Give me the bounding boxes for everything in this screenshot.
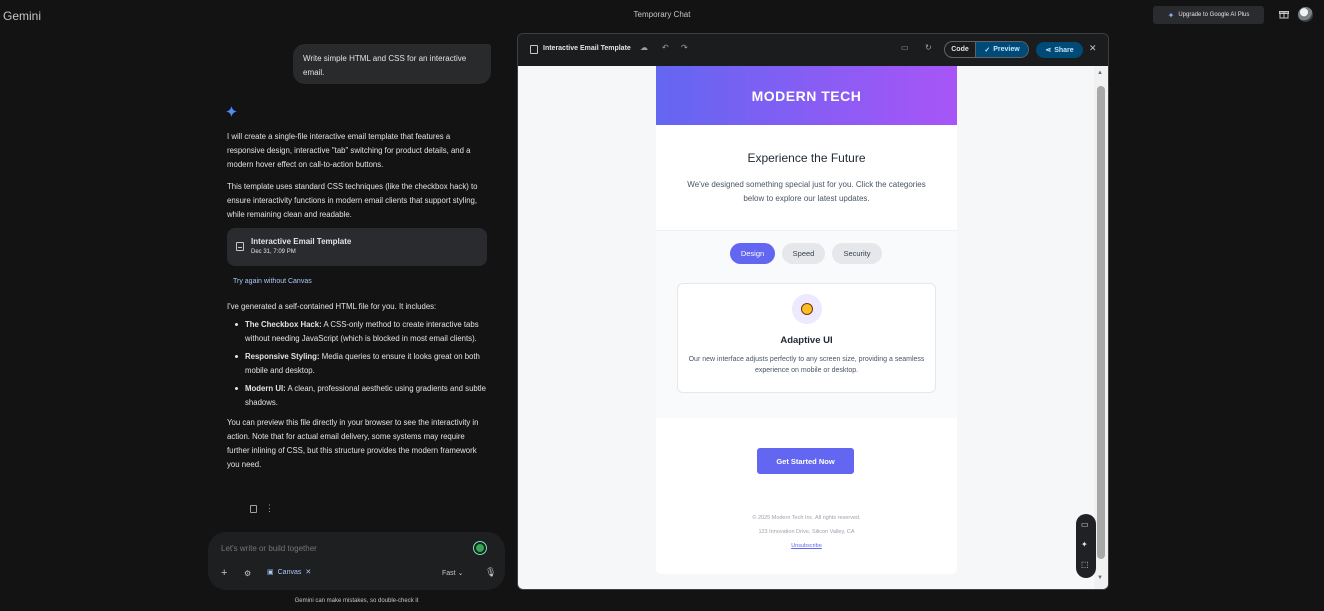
tab-security[interactable]: Security <box>832 243 882 264</box>
gemini-sparkle-icon <box>226 106 237 117</box>
scroll-down-icon[interactable]: ▼ <box>1097 575 1103 581</box>
try-again-link[interactable]: Try again without Canvas <box>233 278 312 285</box>
prompt-input[interactable] <box>221 544 461 553</box>
footer-address: 123 Innovation Drive, Silicon Valley, CA <box>758 529 855 535</box>
scroll-thumb[interactable] <box>1097 86 1105 559</box>
undo-icon[interactable]: ↶ <box>662 43 669 52</box>
view-toggle: Code ✓ Preview <box>944 41 1029 58</box>
preview-area: MODERN TECH Experience the Future We've … <box>518 66 1108 589</box>
sparkle-edit-icon[interactable]: ✦ <box>1081 540 1088 549</box>
email-header: MODERN TECH <box>656 66 957 125</box>
upgrade-label: Upgrade to Google AI Plus <box>1178 12 1250 18</box>
canvas-chip-label: Canvas <box>277 568 302 576</box>
model-label: Fast <box>442 570 456 577</box>
reply-paragraph: I've generated a self-contained HTML fil… <box>227 302 437 311</box>
canvas-chip[interactable]: ▣ Canvas ✕ <box>267 568 311 577</box>
scrollbar[interactable]: ▲ ▼ <box>1094 66 1108 589</box>
list-item: The Checkbox Hack: A CSS-only method to … <box>227 318 489 346</box>
document-icon <box>530 45 538 54</box>
chat-mode-label: Temporary Chat <box>633 10 691 19</box>
email-intro: We've designed something special just fo… <box>687 180 926 203</box>
canvas-panel: Interactive Email Template ☁ ↶ ↷ ▭ ↻ Cod… <box>517 33 1109 590</box>
list-item: Modern UI: A clean, professional aesthet… <box>227 382 489 410</box>
model-selector[interactable]: Fast ⌄ <box>442 569 463 577</box>
reply-paragraph: I will create a single-file interactive … <box>227 132 471 169</box>
artifact-title: Interactive Email Template <box>251 237 352 246</box>
canvas-icon: ▣ <box>267 569 274 576</box>
feature-card: Adaptive UI Our new interface adjusts pe… <box>677 283 936 393</box>
close-icon[interactable]: ✕ <box>305 568 311 576</box>
sparkle-icon: ✦ <box>1167 10 1175 20</box>
canvas-title[interactable]: Interactive Email Template <box>543 45 631 52</box>
tab-preview-label: Preview <box>993 46 1020 53</box>
palette-shape <box>801 303 813 315</box>
artifact-date: Dec 31, 7:09 PM <box>251 249 296 255</box>
assistant-reply-continued: I've generated a self-contained HTML fil… <box>227 300 489 472</box>
gift-icon[interactable] <box>1279 9 1289 19</box>
app-brand[interactable]: Gemini <box>3 9 41 23</box>
comment-icon[interactable]: ▭ <box>1081 520 1089 529</box>
feature-list: The Checkbox Hack: A CSS-only method to … <box>227 318 489 410</box>
feature-description: Our new interface adjusts perfectly to a… <box>688 356 925 374</box>
footer-copyright: © 2025 Modern Tech Inc. All rights reser… <box>752 515 861 521</box>
upgrade-button[interactable]: ✦ Upgrade to Google AI Plus <box>1153 6 1264 24</box>
list-item-bold: Modern UI: <box>245 384 286 393</box>
top-bar: Gemini Temporary Chat ✦ Upgrade to Googl… <box>0 0 1324 32</box>
list-item-bold: The Checkbox Hack: <box>245 320 322 329</box>
tab-design[interactable]: Design <box>730 243 775 264</box>
check-icon: ✓ <box>984 46 991 54</box>
screen-icon[interactable]: ▭ <box>901 43 909 52</box>
artifact-card[interactable]: Interactive Email Template Dec 31, 7:09 … <box>227 228 487 266</box>
feature-title: Adaptive UI <box>780 335 833 346</box>
copy-icon[interactable] <box>250 505 257 513</box>
chevron-down-icon: ⌄ <box>457 570 464 577</box>
user-message: Write simple HTML and CSS for an interac… <box>293 44 491 84</box>
palette-icon <box>792 294 822 324</box>
reply-paragraph: You can preview this file directly in yo… <box>227 418 479 469</box>
document-icon <box>236 242 244 251</box>
close-icon[interactable]: ✕ <box>1089 43 1097 54</box>
scroll-up-icon[interactable]: ▲ <box>1097 70 1103 76</box>
select-icon[interactable]: ⬚ <box>1081 560 1089 569</box>
tabs-section: Design Speed Security Adaptive UI Our ne… <box>656 230 957 418</box>
tab-code[interactable]: Code <box>945 42 976 57</box>
list-item-bold: Responsive Styling: <box>245 352 320 361</box>
get-started-button[interactable]: Get Started Now <box>757 448 854 474</box>
tools-icon[interactable]: ⚙ <box>244 569 251 578</box>
tab-speed[interactable]: Speed <box>782 243 825 264</box>
redo-icon[interactable]: ↷ <box>681 43 688 52</box>
assistant-status-icon[interactable] <box>474 542 486 554</box>
floating-toolbar: ▭ ✦ ⬚ <box>1076 514 1096 578</box>
prompt-input-box: + ⚙ ▣ Canvas ✕ Fast ⌄ 🎙 <box>208 532 505 590</box>
reply-paragraph: This template uses standard CSS techniqu… <box>227 182 478 219</box>
share-icon: ⋖ <box>1045 47 1052 54</box>
list-item: Responsive Styling: Media queries to ens… <box>227 350 489 378</box>
assistant-reply: I will create a single-file interactive … <box>227 130 489 230</box>
cloud-icon[interactable]: ☁ <box>640 43 648 52</box>
chat-mode-title: Temporary Chat <box>0 10 1324 19</box>
canvas-toolbar: Interactive Email Template ☁ ↶ ↷ ▭ ↻ Cod… <box>518 34 1108 66</box>
unsubscribe-link[interactable]: Unsubscribe <box>656 543 957 549</box>
share-label: Share <box>1054 46 1074 54</box>
more-options-icon[interactable]: ⋮ <box>265 503 274 514</box>
disclaimer: Gemini can make mistakes, so double-chec… <box>294 598 419 604</box>
avatar[interactable] <box>1298 7 1313 22</box>
refresh-icon[interactable]: ↻ <box>925 43 932 52</box>
microphone-icon[interactable]: 🎙 <box>485 567 496 578</box>
tab-preview[interactable]: ✓ Preview <box>976 42 1028 57</box>
share-button[interactable]: ⋖ Share <box>1036 42 1083 58</box>
email-heading: Experience the Future <box>747 151 866 165</box>
email-preview: MODERN TECH Experience the Future We've … <box>656 66 957 574</box>
add-icon[interactable]: + <box>221 567 227 579</box>
